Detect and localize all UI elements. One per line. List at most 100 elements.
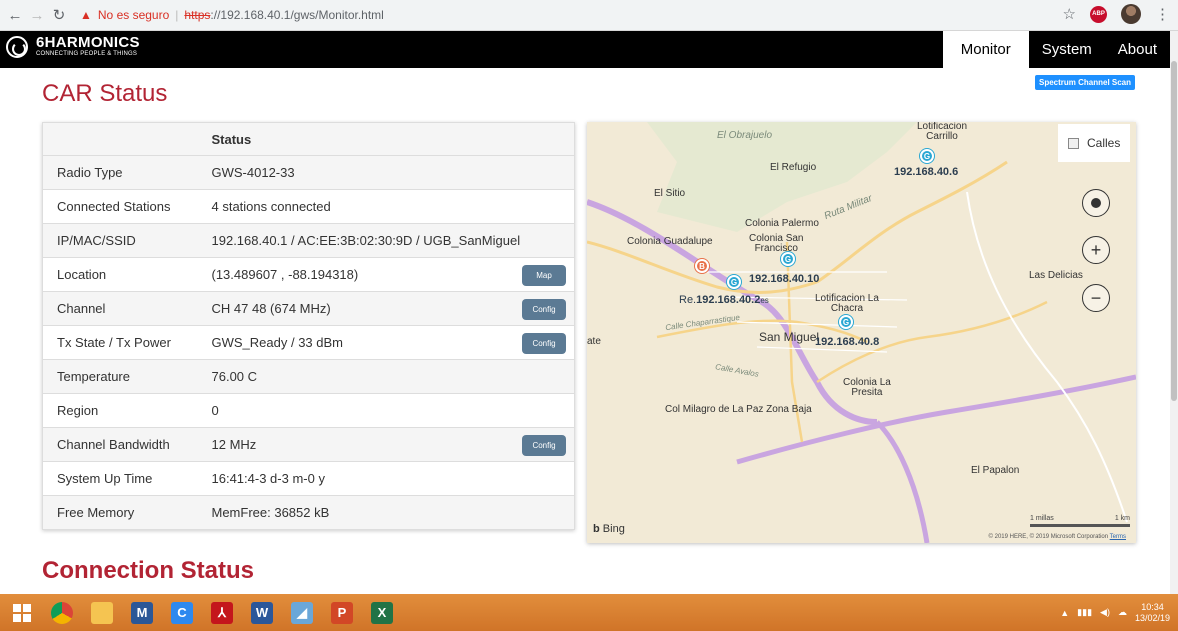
- map-label: El Refugio: [770, 162, 817, 173]
- bing-logo: b Bing: [593, 523, 625, 535]
- row-value-cell: 0: [197, 393, 575, 428]
- map-button[interactable]: Map: [522, 265, 566, 286]
- notes-taskbar-icon[interactable]: ◢: [284, 596, 320, 629]
- app-m-taskbar-icon[interactable]: M: [124, 596, 160, 629]
- config-button[interactable]: Config: [522, 435, 566, 456]
- map-label: Lotificacion La Chacra: [815, 293, 879, 314]
- table-row: Channel CH 47 48 (674 MHz) Config: [42, 291, 575, 326]
- brand-tagline: CONNECTING PEOPLE & THINGS: [36, 51, 138, 57]
- zoom-in-icon[interactable]: +: [1082, 236, 1110, 264]
- map-label: El Obrajuelo: [717, 130, 773, 141]
- tray-expand-icon[interactable]: ▲: [1060, 608, 1069, 618]
- top-navigation: Monitor System About: [942, 31, 1170, 68]
- station-pin-icon[interactable]: G: [920, 149, 934, 163]
- table-row: Temperature 76.00 C: [42, 359, 575, 394]
- word-taskbar-icon[interactable]: W: [244, 596, 280, 629]
- row-label: Channel: [42, 291, 198, 326]
- system-clock[interactable]: 10:34 13/02/19: [1135, 602, 1170, 624]
- windows-taskbar: M C ⅄ W ◢ P X ▲ ▮▮▮ ◀) ☁ 10:34 13/02/19: [0, 594, 1178, 631]
- row-value: 192.168.40.1 / AC:EE:3B:02:30:9D / UGB_S…: [211, 233, 521, 248]
- row-label: Location: [42, 257, 198, 292]
- reload-icon[interactable]: ↻: [48, 4, 70, 26]
- brand-logo[interactable]: 6HARMONICS CONNECTING PEOPLE & THINGS: [6, 35, 140, 58]
- powerpoint-taskbar-icon[interactable]: P: [324, 596, 360, 629]
- terms-link[interactable]: Terms: [1110, 534, 1126, 540]
- zoom-out-icon[interactable]: −: [1082, 284, 1110, 312]
- windows-logo-icon: [13, 603, 31, 622]
- row-label: IP/MAC/SSID: [42, 223, 198, 258]
- station-pin-icon[interactable]: G: [839, 315, 853, 329]
- map-scale: 1 millas 1 km: [1030, 515, 1130, 527]
- cloud-icon[interactable]: ☁: [1118, 607, 1127, 618]
- scrollbar-thumb[interactable]: [1171, 61, 1177, 401]
- bookmark-star-icon[interactable]: ☆: [1063, 5, 1076, 23]
- row-value: 0: [211, 403, 219, 418]
- table-header-empty: [42, 122, 198, 156]
- config-button[interactable]: Config: [522, 299, 566, 320]
- map-label: El Papalon: [971, 465, 1020, 476]
- map-label: ate: [587, 336, 601, 347]
- excel-taskbar-icon[interactable]: X: [364, 596, 400, 629]
- start-button[interactable]: [4, 596, 40, 629]
- locate-me-icon[interactable]: [1082, 189, 1110, 217]
- row-value-cell: (13.489607 , -88.194318) Map: [197, 257, 575, 292]
- station-pin-icon[interactable]: G: [781, 252, 795, 266]
- map-label: Lotificacion Carrillo: [917, 122, 968, 142]
- nav-system[interactable]: System: [1029, 31, 1105, 68]
- profile-avatar[interactable]: [1121, 4, 1141, 24]
- row-value: GWS-4012-33: [211, 165, 295, 180]
- table-row: IP/MAC/SSID 192.168.40.1 / AC:EE:3B:02:30…: [42, 223, 575, 258]
- network-icon[interactable]: ▮▮▮: [1077, 607, 1092, 618]
- base-station-pin-icon[interactable]: B: [695, 259, 709, 273]
- volume-icon[interactable]: ◀): [1100, 607, 1110, 618]
- station-ip-label: 192.168.40.8: [815, 336, 880, 348]
- row-value: GWS_Ready / 33 dBm: [211, 335, 344, 350]
- map-layer-toggle[interactable]: Calles: [1058, 124, 1130, 162]
- station-pin-icon[interactable]: G: [727, 275, 741, 289]
- config-button[interactable]: Config: [522, 333, 566, 354]
- browser-toolbar: ← → ↻ ▲ No es seguro | https ://192.168.…: [0, 0, 1178, 31]
- station-ip-label: 192.168.40.6: [894, 166, 959, 178]
- map-roads: [587, 122, 1136, 543]
- row-label: Temperature: [42, 359, 198, 394]
- app-header: 6HARMONICS CONNECTING PEOPLE & THINGS Mo…: [0, 31, 1170, 68]
- map-label: Col Milagro de La Paz Zona Baja: [665, 404, 812, 415]
- nav-about[interactable]: About: [1105, 31, 1170, 68]
- row-value: 12 MHz: [211, 437, 257, 452]
- page-title: CAR Status: [42, 80, 168, 107]
- spectrum-channel-scan-button[interactable]: Spectrum Channel Scan: [1035, 75, 1135, 90]
- row-label: Free Memory: [42, 495, 198, 530]
- car-status-table: Status Radio Type GWS-4012-33 Connected St…: [42, 122, 575, 530]
- row-value: MemFree: 36852 kB: [211, 505, 330, 520]
- app-c-taskbar-icon[interactable]: C: [164, 596, 200, 629]
- row-label: Radio Type: [42, 155, 198, 190]
- table-row: Free Memory MemFree: 36852 kB: [42, 495, 575, 530]
- file-explorer-taskbar-icon[interactable]: [84, 596, 120, 629]
- layer-checkbox[interactable]: [1068, 137, 1079, 149]
- row-value-cell: CH 47 48 (674 MHz) Config: [197, 291, 575, 326]
- browser-menu-icon[interactable]: ⋮: [1155, 5, 1170, 23]
- url-separator: |: [175, 8, 179, 22]
- nav-monitor[interactable]: Monitor: [942, 31, 1029, 68]
- row-label: Connected Stations: [42, 189, 198, 224]
- station-ip-label: 192.168.40.10: [749, 273, 820, 285]
- page-scrollbar[interactable]: [1170, 31, 1178, 594]
- row-label: System Up Time: [42, 461, 198, 496]
- chrome-taskbar-icon[interactable]: [44, 596, 80, 629]
- harmonics-logo-icon: [6, 35, 28, 58]
- address-bar[interactable]: ▲ No es seguro | https ://192.168.40.1/g…: [80, 4, 384, 26]
- row-value-cell: GWS-4012-33: [197, 155, 575, 190]
- table-row: Tx State / Tx Power GWS_Ready / 33 dBm Con…: [42, 325, 575, 360]
- location-map[interactable]: El Obrajuelo Lotificacion Carrillo El Ref…: [587, 122, 1136, 543]
- row-value-cell: 76.00 C: [197, 359, 575, 394]
- adblock-extension-icon[interactable]: ABP: [1090, 5, 1107, 23]
- table-row: Connected Stations 4 stations connected: [42, 189, 575, 224]
- row-value-cell: 4 stations connected: [197, 189, 575, 224]
- forward-arrow-icon[interactable]: →: [26, 4, 48, 26]
- back-arrow-icon[interactable]: ←: [4, 4, 26, 26]
- map-label: Colonia La Presita: [843, 377, 891, 398]
- row-value-cell: GWS_Ready / 33 dBm Config: [197, 325, 575, 360]
- table-row: System Up Time 16:41:4-3 d-3 m-0 y: [42, 461, 575, 496]
- row-value-cell: 12 MHz Config: [197, 427, 575, 462]
- pdf-reader-taskbar-icon[interactable]: ⅄: [204, 596, 240, 629]
